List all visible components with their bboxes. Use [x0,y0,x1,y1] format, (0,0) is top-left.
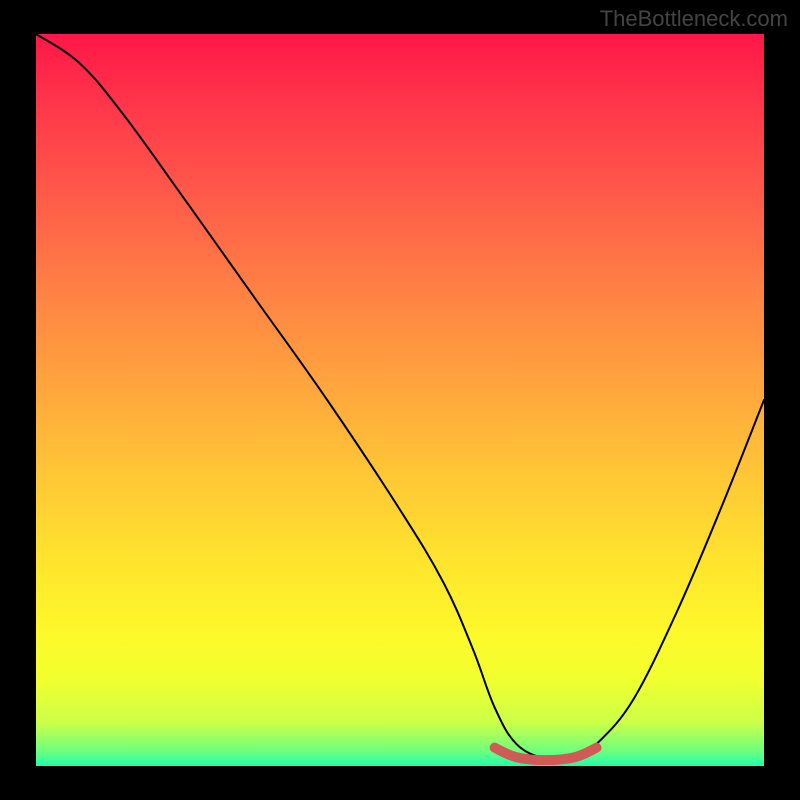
watermark-text: TheBottleneck.com [600,6,788,32]
chart-plot-area [36,34,764,766]
chart-svg [36,34,764,766]
optimal-marker-line [495,748,597,760]
bottleneck-curve-line [36,34,764,761]
